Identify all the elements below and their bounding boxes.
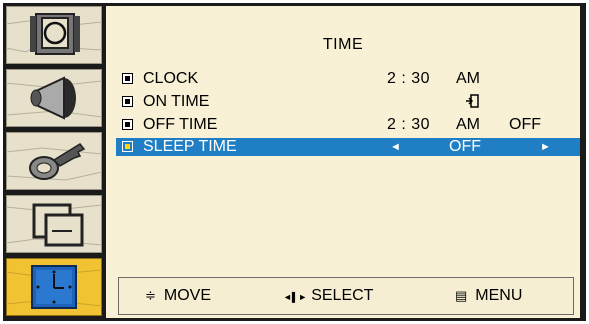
tab-sound[interactable] [6, 69, 102, 127]
menu-hint: ▤ MENU [455, 287, 522, 305]
select-label: SELECT [311, 287, 374, 304]
tab-key[interactable] [6, 132, 102, 190]
time-icon [6, 265, 102, 309]
off-time-ampm-value: AM [456, 116, 480, 133]
sound-icon [6, 76, 102, 120]
bullet-icon [122, 119, 133, 130]
bullet-icon [122, 73, 133, 84]
bullet-icon [122, 96, 133, 107]
move-icon: ≑ [145, 288, 156, 303]
move-label: MOVE [163, 287, 212, 304]
menu-label: MENU [475, 287, 523, 304]
screen-icon [6, 203, 102, 247]
right-arrow-icon[interactable]: ► [540, 138, 551, 156]
picture-icon [6, 13, 102, 55]
menu-title: TIME [322, 36, 364, 53]
clock-ampm-value: AM [456, 70, 480, 87]
clock-time-value: 2 : 30 [387, 70, 431, 87]
bullet-icon [122, 141, 133, 152]
menu-item-label: SLEEP TIME [143, 138, 237, 155]
select-hint: ◄▌► SELECT [283, 287, 373, 305]
menu-sidebar [3, 3, 102, 321]
menu-item-clock[interactable]: CLOCK 2 : 30 AM [116, 70, 580, 88]
help-bar: ≑ MOVE ◄▌► SELECT ▤ MENU [118, 277, 574, 315]
exit-icon [466, 94, 479, 108]
tab-picture[interactable] [6, 6, 102, 64]
time-menu-panel: TIME CLOCK 2 : 30 AM ON TIME OFF TIME 2 … [106, 6, 580, 318]
menu-icon: ▤ [455, 288, 468, 303]
menu-item-on-time[interactable]: ON TIME [116, 93, 580, 111]
key-icon [6, 143, 102, 181]
off-time-value: 2 : 30 [387, 116, 431, 133]
menu-item-label: ON TIME [143, 93, 210, 110]
menu-item-sleep-time[interactable]: SLEEP TIME ◄ OFF ► [116, 138, 580, 156]
sleep-time-value: OFF [449, 138, 481, 155]
tab-screen[interactable] [6, 195, 102, 253]
left-arrow-icon[interactable]: ◄ [390, 138, 401, 156]
tab-time[interactable] [6, 258, 102, 316]
move-hint: ≑ MOVE [145, 287, 211, 305]
select-icon: ◄▌► [283, 292, 308, 302]
menu-item-off-time[interactable]: OFF TIME 2 : 30 AM OFF [116, 116, 580, 134]
menu-item-label: CLOCK [143, 70, 199, 87]
menu-item-label: OFF TIME [143, 116, 218, 133]
off-time-state: OFF [509, 116, 541, 133]
